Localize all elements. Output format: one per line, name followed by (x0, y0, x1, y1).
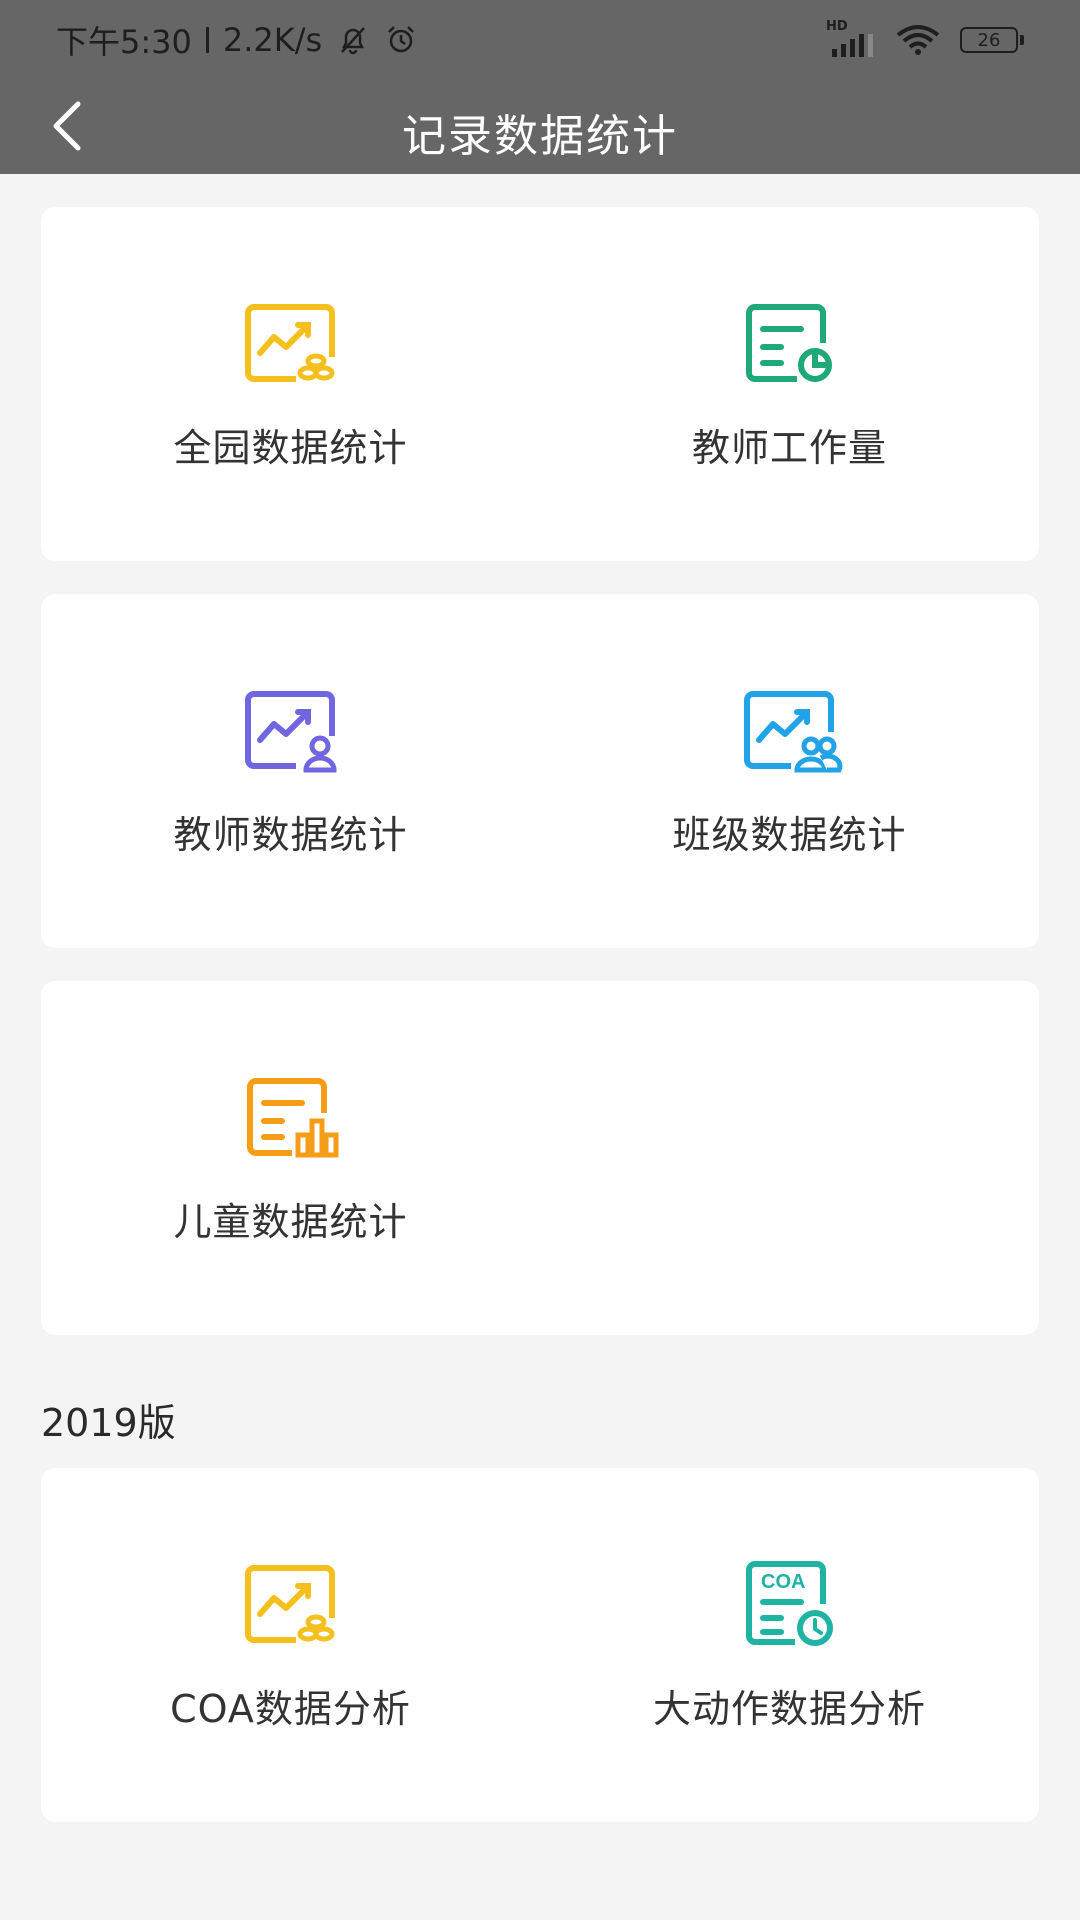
tile-teacher-stats[interactable]: 教师数据统计 (41, 594, 540, 948)
status-separator (205, 27, 209, 53)
status-right: HD 26 (826, 18, 1024, 62)
status-network-speed: 2.2K/s (222, 21, 323, 59)
chart-trend-group-icon (743, 691, 842, 773)
hd-badge: HD (826, 19, 848, 34)
tile-label: 教师工作量 (691, 426, 887, 470)
mute-bell-icon (341, 27, 366, 55)
card-data-stats-1: 全园数据统计 教师工作量 (41, 207, 1039, 561)
tile-label: COA数据分析 (170, 1687, 411, 1731)
status-time: 下午5:30 (56, 23, 192, 61)
top-bar: 下午5:30 2.2K/s HD 26 记录数据统计 (0, 0, 1080, 174)
tile-kindergarten-stats[interactable]: 全园数据统计 (41, 207, 540, 561)
alarm-clock-icon (388, 26, 415, 53)
status-bar: 下午5:30 2.2K/s HD 26 (0, 0, 1080, 78)
tile-class-stats[interactable]: 班级数据统计 (540, 594, 1039, 948)
coa-icon-text: COA (761, 1571, 805, 1593)
tile-gross-motor-analysis[interactable]: COA 大动作数据分析 (540, 1468, 1039, 1822)
tile-teacher-workload[interactable]: 教师工作量 (540, 207, 1039, 561)
page-title: 记录数据统计 (402, 111, 678, 162)
tile-label: 大动作数据分析 (652, 1687, 926, 1731)
card-data-stats-2: 教师数据统计 班级数据统计 (41, 594, 1039, 948)
chart-trend-coins-icon (244, 304, 336, 383)
section-label-2019: 2019版 (41, 1401, 176, 1445)
tile-label: 全园数据统计 (173, 426, 408, 470)
battery-level: 26 (977, 29, 1001, 51)
tile-child-stats[interactable]: 儿童数据统计 (41, 981, 540, 1335)
battery-icon: 26 (960, 27, 1024, 53)
chart-trend-coins-icon (244, 1565, 336, 1644)
coa-document-clock-icon: COA (745, 1561, 833, 1646)
chart-trend-user-icon (244, 691, 337, 773)
navigation-bar: 记录数据统计 (0, 78, 1080, 174)
tile-label: 教师数据统计 (173, 813, 408, 857)
card-2019-analysis: COA数据分析 COA 大动作数据分析 (41, 1468, 1039, 1822)
document-bar-chart-icon (246, 1078, 338, 1158)
status-left: 下午5:30 2.2K/s (56, 18, 418, 62)
tile-label: 儿童数据统计 (173, 1200, 408, 1244)
card-data-stats-3: 儿童数据统计 (41, 981, 1039, 1335)
tile-coa-analysis[interactable]: COA数据分析 (41, 1468, 540, 1822)
cellular-signal-icon: HD (826, 19, 876, 57)
document-pie-icon (745, 304, 832, 382)
wifi-icon (896, 25, 940, 55)
tile-label: 班级数据统计 (672, 813, 907, 857)
